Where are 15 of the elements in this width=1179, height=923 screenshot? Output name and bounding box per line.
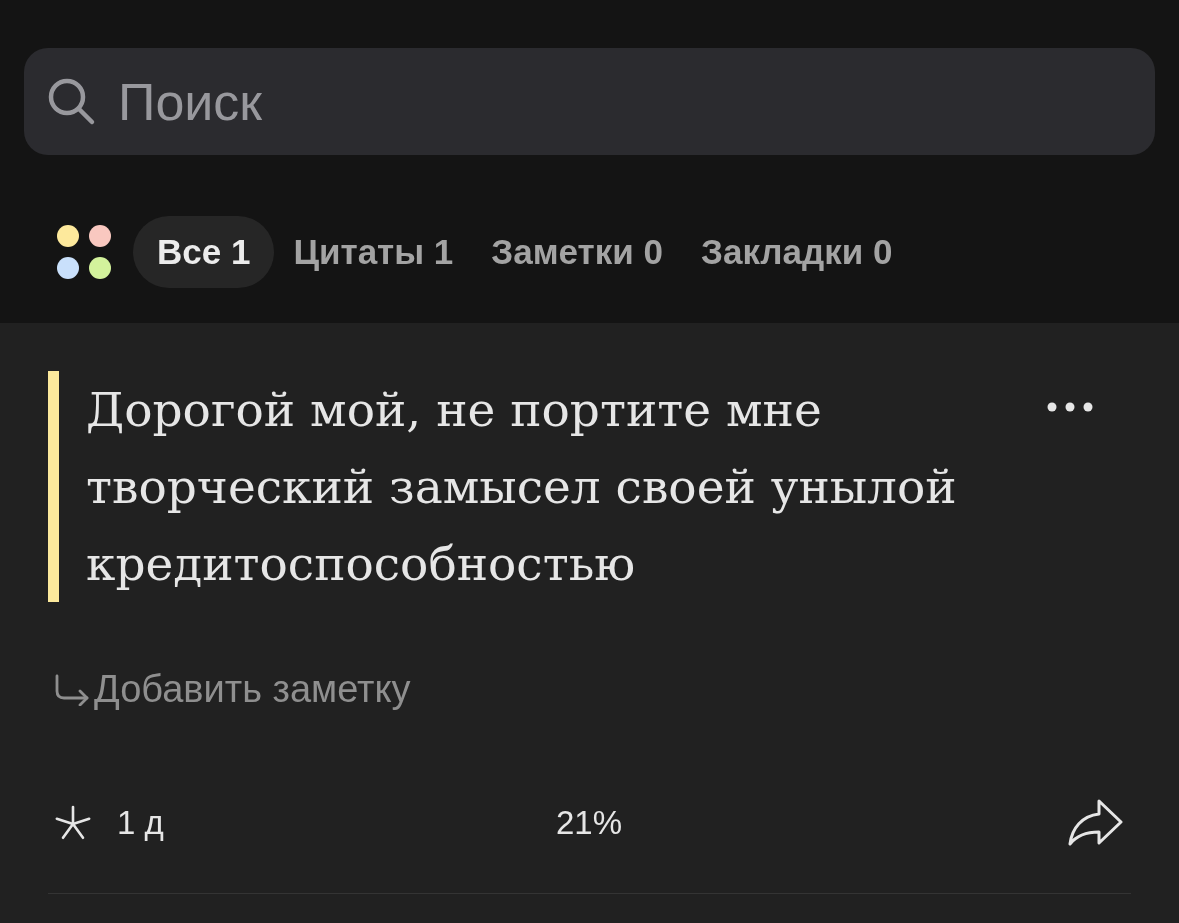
share-button[interactable] xyxy=(1067,798,1123,848)
filter-tab[interactable]: Закладки 0 xyxy=(682,216,912,288)
asterisk-icon xyxy=(55,805,91,841)
more-button[interactable] xyxy=(1047,402,1093,412)
search-field[interactable]: Поиск xyxy=(24,48,1155,155)
return-arrow-icon xyxy=(54,673,90,706)
quote-text: Дорогой мой, не портите мне творческий замысел своей унылой кредитоспособностью xyxy=(86,381,958,593)
percent-label: 21% xyxy=(555,804,623,842)
filter-tab[interactable]: Цитаты 1 xyxy=(274,216,473,288)
add-note-link[interactable]: Добавить заметку xyxy=(48,668,411,711)
filter-tab[interactable]: Все 1 xyxy=(133,216,275,288)
quote-age: 1 д xyxy=(117,804,164,842)
search-icon xyxy=(47,78,97,126)
filter-tab[interactable]: Заметки 0 xyxy=(472,216,682,288)
color-dots-icon xyxy=(57,225,111,279)
